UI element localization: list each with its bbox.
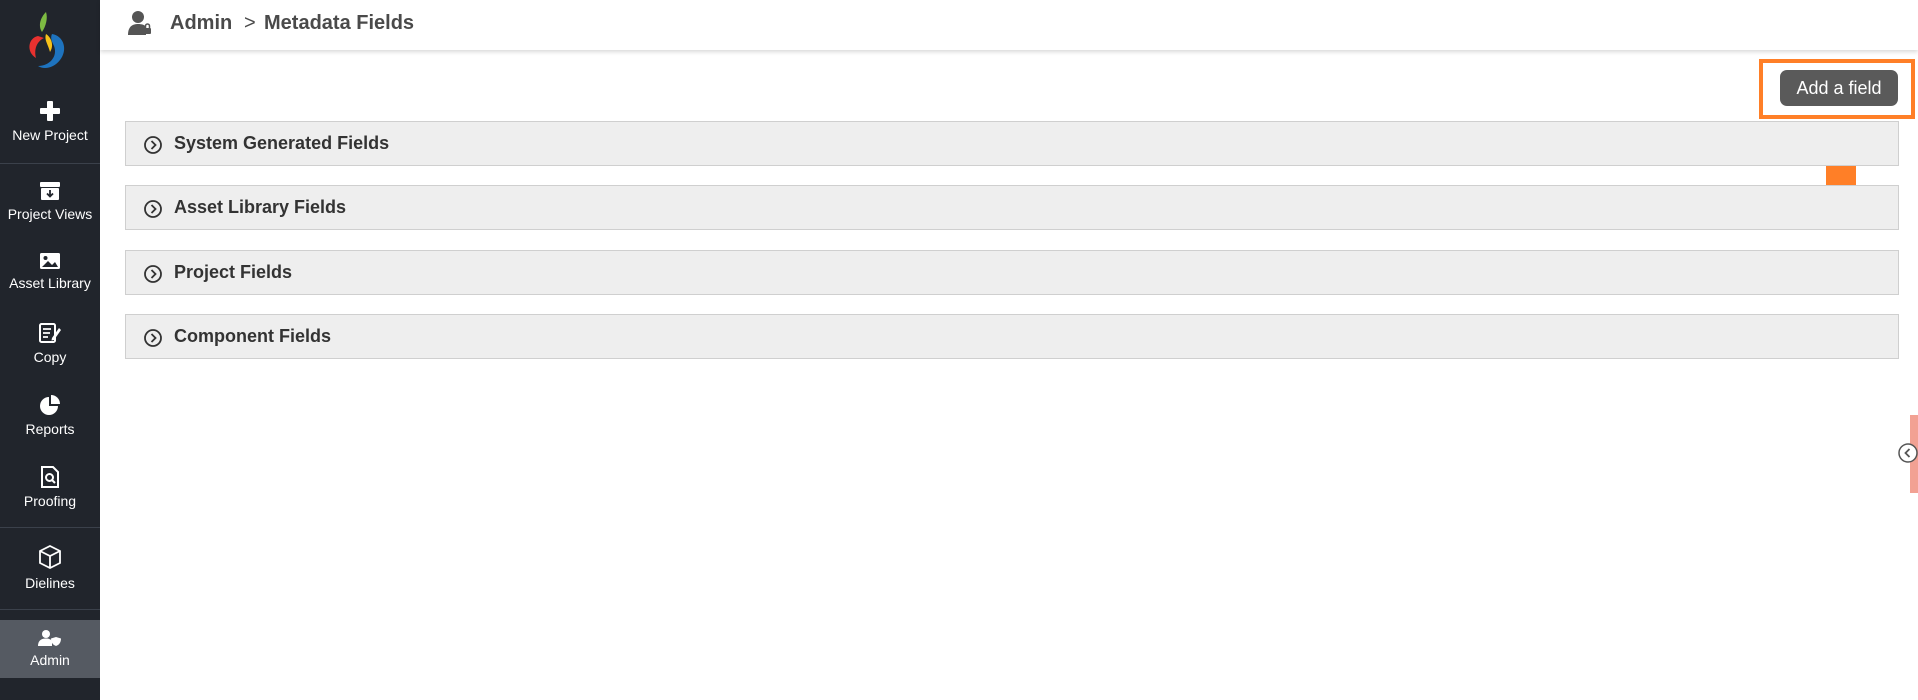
sidebar-item-copy[interactable]: Copy: [0, 322, 100, 365]
document-search-icon: [41, 466, 59, 488]
section-project-fields[interactable]: Project Fields: [125, 250, 1899, 295]
sidebar-item-dielines[interactable]: Dielines: [0, 544, 100, 591]
page-title: Metadata Fields: [264, 12, 415, 34]
chevron-left-circle-icon[interactable]: [1898, 443, 1918, 463]
app-logo[interactable]: [24, 8, 76, 74]
sidebar-item-label: Admin: [30, 652, 70, 668]
sidebar: New Project Project Views Asset Library …: [0, 0, 100, 700]
sidebar-item-asset-library[interactable]: Asset Library: [0, 252, 100, 291]
sidebar-item-label: Asset Library: [9, 275, 91, 291]
sidebar-item-admin[interactable]: Admin: [0, 620, 100, 678]
sidebar-item-label: Proofing: [23, 493, 77, 509]
chevron-right-circle-icon: [143, 328, 163, 353]
sidebar-item-label: Dielines: [25, 575, 75, 591]
chevron-right-circle-icon: [143, 135, 163, 160]
sidebar-divider: [0, 163, 100, 164]
sidebar-item-new-project[interactable]: New Project: [0, 100, 100, 143]
section-title: System Generated Fields: [174, 133, 390, 153]
admin-user-icon: [128, 10, 152, 41]
section-asset-library-fields[interactable]: Asset Library Fields: [125, 185, 1899, 230]
section-title: Asset Library Fields: [174, 197, 347, 217]
chevron-right-circle-icon: [143, 264, 163, 289]
edit-document-icon: [39, 323, 61, 343]
sidebar-item-label: Copy: [33, 349, 67, 365]
pie-chart-icon: [40, 395, 60, 415]
section-system-generated-fields[interactable]: System Generated Fields: [125, 121, 1899, 166]
sidebar-item-label: New Project: [12, 127, 88, 143]
sidebar-item-project-views[interactable]: Project Views: [0, 181, 100, 222]
sidebar-divider: [0, 609, 100, 610]
image-icon: [40, 253, 60, 269]
user-shield-icon: [38, 630, 61, 646]
breadcrumb-separator: >: [244, 12, 256, 34]
sidebar-item-label: Project Views: [7, 206, 93, 222]
annotation-highlight-box: [1759, 59, 1915, 119]
cube-icon: [39, 544, 61, 570]
section-component-fields[interactable]: Component Fields: [125, 314, 1899, 359]
breadcrumb-admin-link[interactable]: Admin: [170, 12, 232, 35]
section-title: Project Fields: [174, 262, 293, 282]
header: Admin > Metadata Fields: [100, 0, 1918, 50]
sidebar-item-reports[interactable]: Reports: [0, 394, 100, 437]
plus-icon: [40, 101, 60, 121]
section-title: Component Fields: [174, 326, 331, 346]
sidebar-item-label: Reports: [25, 421, 75, 437]
sidebar-item-proofing[interactable]: Proofing: [0, 466, 100, 509]
archive-box-icon: [40, 182, 60, 200]
sidebar-divider: [0, 527, 100, 528]
chevron-right-circle-icon: [143, 199, 163, 224]
